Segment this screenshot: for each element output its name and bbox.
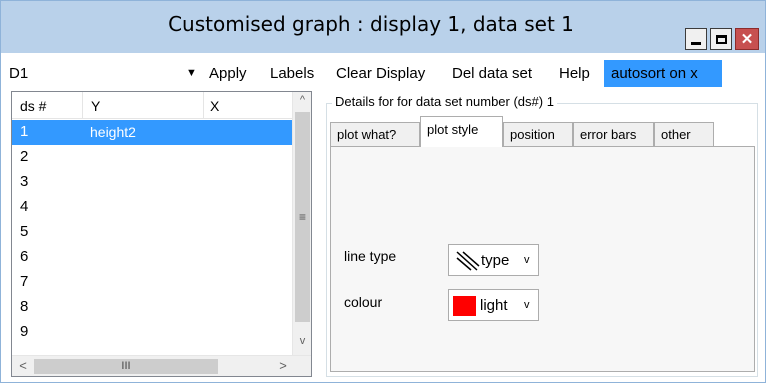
colour-swatch [453, 296, 476, 316]
grip-icon: ≡ [298, 210, 306, 224]
window-title: Customised graph : display 1, data set 1 [168, 12, 574, 36]
column-header-x[interactable]: X [210, 98, 219, 114]
list-item[interactable]: 7 [12, 270, 292, 295]
tab-position[interactable]: position [503, 122, 573, 146]
scroll-down-icon[interactable]: v [293, 335, 311, 353]
line-type-label: line type [344, 248, 397, 264]
dropdown-arrow-icon: ▼ [186, 67, 197, 79]
minimize-button[interactable] [685, 28, 707, 50]
tab-error-bars[interactable]: error bars [573, 122, 654, 146]
colour-select[interactable]: light v [448, 289, 539, 321]
line-type-select[interactable]: type v [448, 244, 539, 276]
tab-other[interactable]: other [654, 122, 714, 146]
horizontal-scroll-thumb[interactable]: III [34, 359, 218, 374]
list-item[interactable]: 9 [12, 320, 292, 345]
display-select[interactable]: D1 ▼ [5, 62, 199, 86]
minimize-icon [691, 41, 701, 45]
del-data-set-button[interactable]: Del data set [452, 65, 532, 82]
row-y-value: height2 [90, 124, 136, 140]
plot-style-tab-page: line type type v colour light v [330, 146, 755, 372]
row-ds-number: 1 [20, 123, 29, 140]
row-ds-number: 6 [20, 248, 29, 265]
clear-display-button[interactable]: Clear Display [336, 65, 425, 82]
row-ds-number: 7 [20, 273, 29, 290]
vertical-scrollbar[interactable]: ^ ≡ v [292, 92, 311, 355]
scroll-left-icon[interactable]: < [14, 358, 32, 373]
scroll-right-icon[interactable]: > [274, 358, 292, 373]
autosort-toggle[interactable]: autosort on x [604, 60, 722, 87]
column-divider[interactable] [82, 92, 83, 118]
column-divider[interactable] [203, 92, 204, 118]
horizontal-scrollbar[interactable]: < III > [12, 355, 311, 376]
list-item[interactable]: 4 [12, 195, 292, 220]
customised-graph-window: Customised graph : display 1, data set 1… [0, 0, 766, 383]
scroll-up-icon[interactable]: ^ [293, 94, 311, 112]
details-group-label: Details for for data set number (ds#) 1 [332, 94, 557, 109]
chevron-down-icon: v [524, 254, 530, 266]
row-ds-number: 9 [20, 323, 29, 340]
chevron-down-icon: v [524, 299, 530, 311]
list-header: ds # Y X [12, 92, 292, 119]
row-ds-number: 2 [20, 148, 29, 165]
column-header-y[interactable]: Y [91, 98, 100, 114]
title-bar[interactable]: Customised graph : display 1, data set 1… [1, 1, 765, 53]
list-item[interactable]: 6 [12, 245, 292, 270]
list-item[interactable]: 8 [12, 295, 292, 320]
list-item[interactable]: 3 [12, 170, 292, 195]
list-item[interactable]: 1 height2 [12, 120, 292, 145]
close-icon: ✕ [740, 31, 754, 48]
maximize-button[interactable] [710, 28, 732, 50]
tab-plot-what[interactable]: plot what? [330, 122, 420, 146]
data-set-list[interactable]: ds # Y X 1 height2 2 3 4 5 6 7 8 9 ^ ≡ v… [11, 91, 312, 377]
line-type-hatch-icon [456, 251, 480, 271]
tab-plot-style[interactable]: plot style [420, 116, 503, 147]
list-item[interactable]: 5 [12, 220, 292, 245]
row-ds-number: 3 [20, 173, 29, 190]
display-select-value: D1 [9, 65, 29, 82]
help-button[interactable]: Help [559, 65, 590, 82]
vertical-scroll-thumb[interactable]: ≡ [295, 112, 310, 322]
line-type-value: type [481, 252, 510, 269]
row-ds-number: 5 [20, 223, 29, 240]
row-ds-number: 8 [20, 298, 29, 315]
toolbar: D1 ▼ Apply Labels Clear Display Del data… [1, 59, 765, 87]
colour-label: colour [344, 294, 383, 310]
row-ds-number: 4 [20, 198, 29, 215]
column-header-ds[interactable]: ds # [20, 98, 46, 114]
list-item[interactable]: 2 [12, 145, 292, 170]
colour-value: light [480, 297, 508, 314]
apply-button[interactable]: Apply [209, 65, 247, 82]
labels-button[interactable]: Labels [270, 65, 314, 82]
close-button[interactable]: ✕ [735, 28, 759, 50]
maximize-icon [715, 34, 727, 44]
